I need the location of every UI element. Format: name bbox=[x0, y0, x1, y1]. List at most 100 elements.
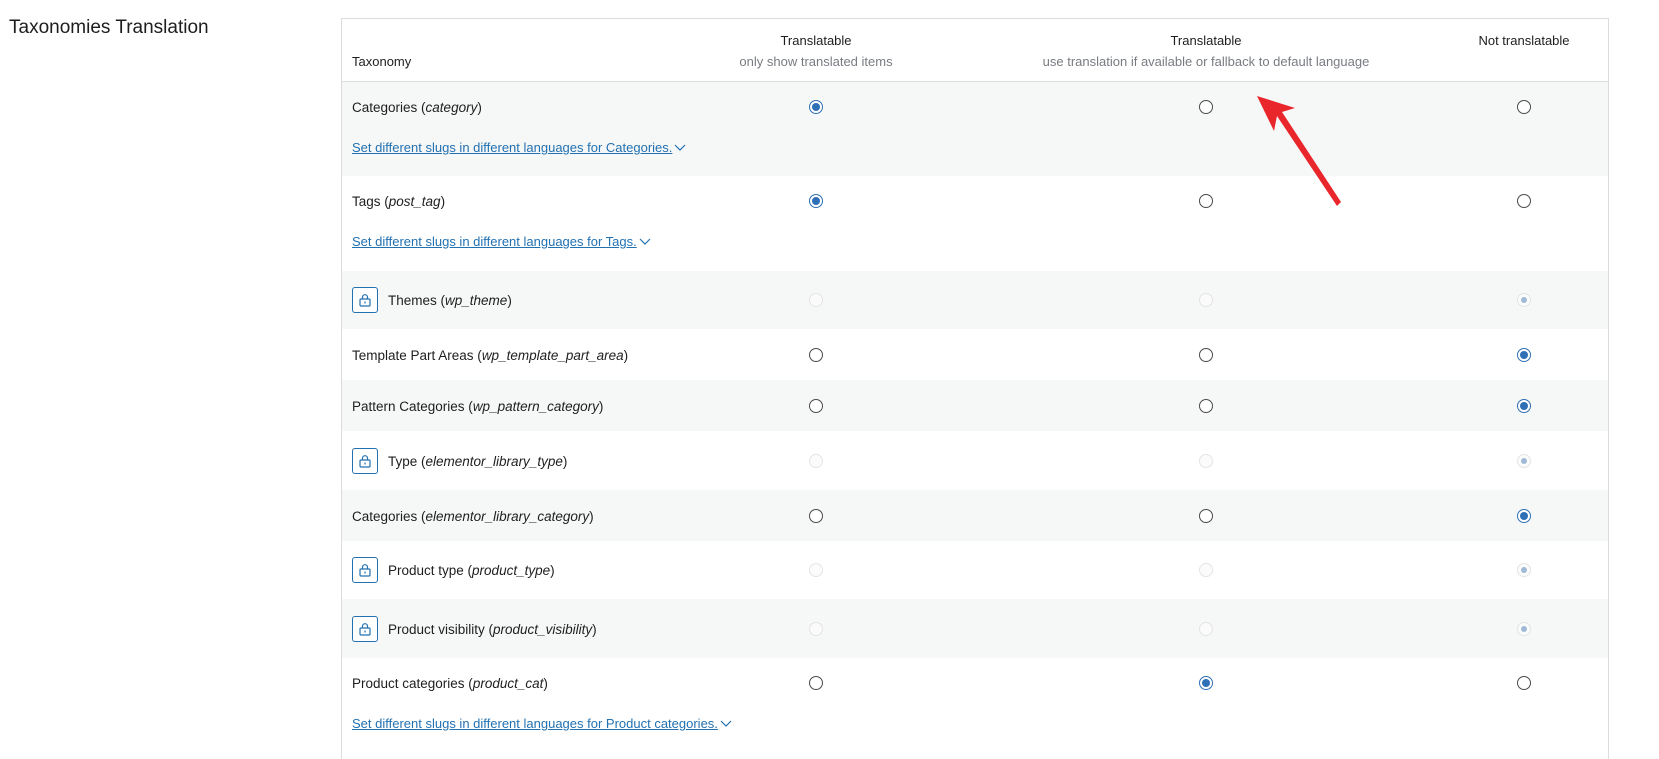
radio-col1 bbox=[809, 622, 823, 636]
taxonomy-label: Categories ( bbox=[352, 508, 426, 524]
taxonomy-slug: post_tag bbox=[388, 193, 441, 209]
taxonomy-name: Categories (category) bbox=[352, 94, 482, 120]
taxonomy-label-close: ) bbox=[543, 675, 548, 691]
radio-col2[interactable] bbox=[1199, 509, 1213, 523]
radio-col1[interactable] bbox=[809, 676, 823, 690]
taxonomy-label-close: ) bbox=[477, 99, 482, 115]
taxonomy-slug: product_cat bbox=[472, 675, 544, 691]
chevron-down-icon bbox=[674, 140, 686, 155]
radio-col1[interactable] bbox=[809, 509, 823, 523]
header-taxonomy: Taxonomy bbox=[352, 54, 412, 69]
taxonomy-label: Template Part Areas ( bbox=[352, 347, 482, 363]
radio-col3[interactable] bbox=[1517, 194, 1531, 208]
radio-col3 bbox=[1517, 454, 1531, 468]
header-col2-sub: use translation if available or fallback… bbox=[1042, 54, 1370, 69]
table-row: Template Part Areas (wp_template_part_ar… bbox=[342, 329, 1608, 380]
taxonomy-name: Product categories (product_cat) bbox=[352, 670, 548, 696]
taxonomy-name: Categories (elementor_library_category) bbox=[352, 503, 594, 529]
taxonomy-slug: product_type bbox=[472, 562, 551, 578]
lock-icon[interactable] bbox=[352, 616, 378, 642]
table-body: Categories (category) Set different slugs… bbox=[342, 82, 1608, 752]
slug-toggle-link[interactable]: Set different slugs in different languag… bbox=[352, 716, 732, 731]
radio-col1[interactable] bbox=[809, 348, 823, 362]
radio-col1[interactable] bbox=[809, 194, 823, 208]
table-row: Type (elementor_library_type) bbox=[342, 431, 1608, 490]
taxonomies-table: Taxonomy Translatable only show translat… bbox=[341, 18, 1609, 759]
radio-col2 bbox=[1199, 622, 1213, 636]
taxonomy-slug: product_visibility bbox=[493, 621, 593, 637]
taxonomy-name: Template Part Areas (wp_template_part_ar… bbox=[352, 342, 628, 368]
table-row: Categories (elementor_library_category) bbox=[342, 490, 1608, 541]
radio-col3[interactable] bbox=[1517, 399, 1531, 413]
taxonomy-label: Pattern Categories ( bbox=[352, 398, 473, 414]
radio-col2 bbox=[1199, 563, 1213, 577]
radio-col3[interactable] bbox=[1517, 676, 1531, 690]
radio-col1 bbox=[809, 563, 823, 577]
header-translatable-fallback: Translatable use translation if availabl… bbox=[1043, 31, 1370, 73]
taxonomy-slug: elementor_library_type bbox=[425, 453, 563, 469]
lock-icon[interactable] bbox=[352, 287, 378, 313]
taxonomy-label-close: ) bbox=[598, 398, 604, 414]
header-not-translatable: Not translatable bbox=[1478, 31, 1569, 51]
slug-link-text: Set different slugs in different languag… bbox=[352, 716, 718, 731]
radio-col3 bbox=[1517, 563, 1531, 577]
radio-col3[interactable] bbox=[1517, 509, 1531, 523]
taxonomy-name: Tags (post_tag) bbox=[352, 188, 445, 214]
radio-col2[interactable] bbox=[1199, 348, 1213, 362]
taxonomy-label-close: ) bbox=[589, 508, 594, 524]
taxonomy-slug: wp_pattern_category bbox=[472, 398, 599, 414]
taxonomy-label: Tags ( bbox=[352, 193, 389, 209]
taxonomy-label-close: ) bbox=[592, 621, 597, 637]
slug-toggle-link[interactable]: Set different slugs in different languag… bbox=[352, 140, 686, 155]
page: Taxonomies Translation Taxonomy Translat… bbox=[0, 0, 1659, 759]
header-col1-main: Translatable bbox=[780, 33, 852, 48]
taxonomy-slug: wp_theme bbox=[445, 292, 508, 308]
taxonomy-slug: wp_template_part_area bbox=[481, 347, 624, 363]
taxonomy-label-close: ) bbox=[507, 292, 512, 308]
header-col3-main: Not translatable bbox=[1478, 33, 1570, 48]
section-title: Taxonomies Translation bbox=[9, 17, 209, 38]
slug-toggle-link[interactable]: Set different slugs in different languag… bbox=[352, 234, 651, 249]
radio-col3[interactable] bbox=[1517, 348, 1531, 362]
radio-col2[interactable] bbox=[1199, 100, 1213, 114]
taxonomy-label: Type ( bbox=[388, 453, 426, 469]
slug-link-text: Set different slugs in different languag… bbox=[352, 140, 673, 155]
taxonomy-label-close: ) bbox=[550, 562, 555, 578]
table-header: Taxonomy Translatable only show translat… bbox=[342, 19, 1608, 82]
radio-col2 bbox=[1199, 293, 1213, 307]
slug-link-text: Set different slugs in different languag… bbox=[352, 234, 637, 249]
radio-col1 bbox=[809, 454, 823, 468]
header-translatable-only: Translatable only show translated items bbox=[739, 31, 892, 73]
radio-col2[interactable] bbox=[1199, 676, 1213, 690]
radio-col3[interactable] bbox=[1517, 100, 1531, 114]
lock-icon[interactable] bbox=[352, 448, 378, 474]
taxonomy-label-close: ) bbox=[562, 453, 568, 469]
lock-icon[interactable] bbox=[352, 557, 378, 583]
radio-col2[interactable] bbox=[1199, 399, 1213, 413]
table-row: Pattern Categories (wp_pattern_category) bbox=[342, 380, 1608, 431]
taxonomy-label: Product categories ( bbox=[352, 675, 473, 691]
table-row: Tags (post_tag) Set different slugs in di… bbox=[342, 176, 1608, 271]
radio-col1[interactable] bbox=[809, 100, 823, 114]
taxonomy-name: Themes (wp_theme) bbox=[352, 287, 512, 313]
table-row: Categories (category) Set different slugs… bbox=[342, 82, 1608, 176]
table-row: Product type (product_type) bbox=[342, 541, 1608, 599]
taxonomy-label-close: ) bbox=[440, 193, 446, 209]
radio-col2[interactable] bbox=[1199, 194, 1213, 208]
radio-col1[interactable] bbox=[809, 399, 823, 413]
header-col2-main: Translatable bbox=[1170, 33, 1242, 48]
taxonomy-slug: elementor_library_category bbox=[425, 508, 590, 524]
table-row: Product visibility (product_visibility) bbox=[342, 599, 1608, 658]
chevron-down-icon bbox=[720, 716, 732, 731]
taxonomy-slug: category bbox=[425, 99, 478, 115]
radio-col1 bbox=[809, 293, 823, 307]
taxonomy-label: Categories ( bbox=[352, 99, 426, 115]
radio-col3 bbox=[1517, 622, 1531, 636]
header-col1-sub: only show translated items bbox=[739, 54, 893, 69]
taxonomy-name: Type (elementor_library_type) bbox=[352, 448, 567, 474]
taxonomy-name: Product visibility (product_visibility) bbox=[352, 616, 597, 642]
table-row: Themes (wp_theme) bbox=[342, 271, 1608, 329]
taxonomy-label: Product visibility ( bbox=[388, 621, 494, 637]
table-row: Product categories (product_cat) Set diff… bbox=[342, 658, 1608, 752]
taxonomy-name: Pattern Categories (wp_pattern_category) bbox=[352, 393, 603, 419]
